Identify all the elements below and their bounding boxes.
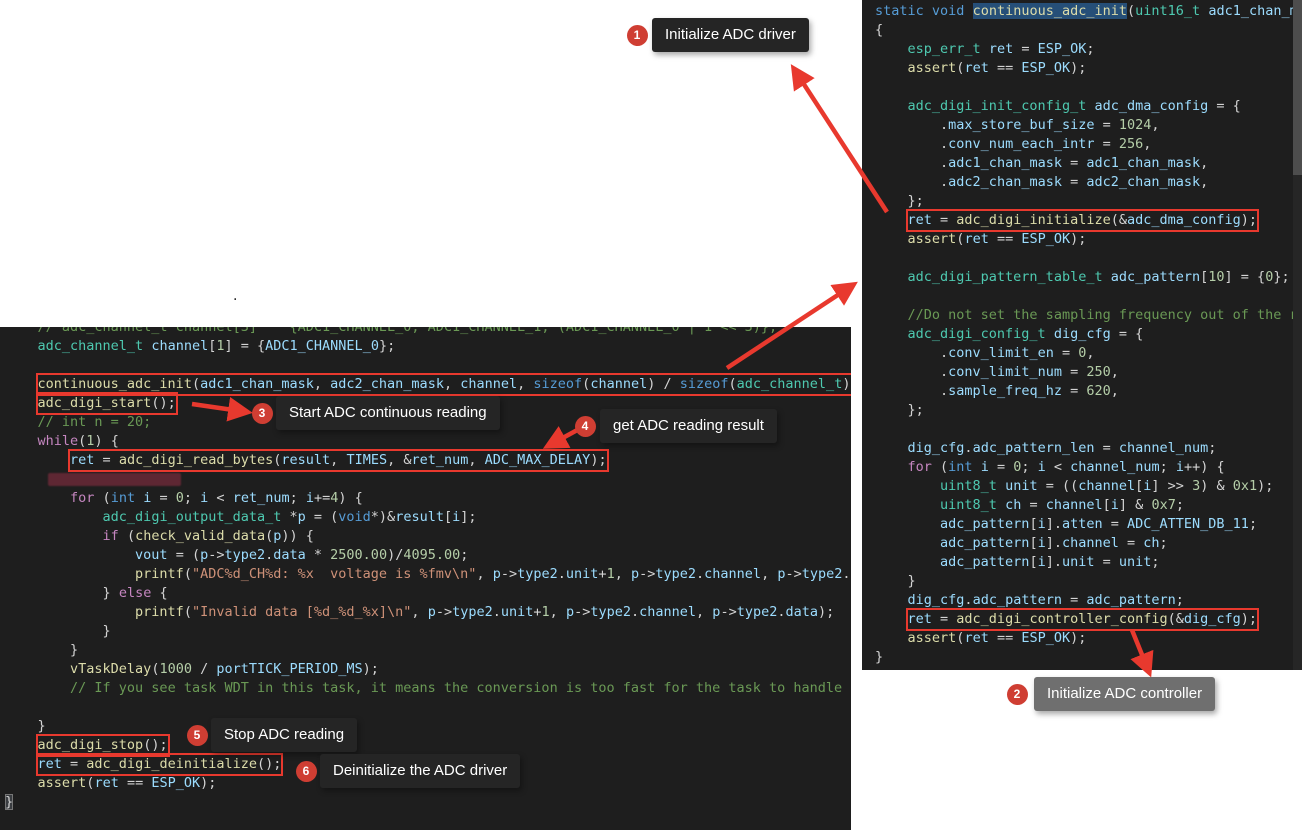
code-line: .conv_limit_num = 250, [940,364,1119,380]
scrollbar-track[interactable] [1293,0,1302,670]
code-line: adc_channel_t channel[1] = {ADC1_CHANNEL… [37,338,396,354]
code-line: // If you see task WDT in this task, it … [70,680,843,696]
redacted-text [48,473,181,486]
code-line: vTaskDelay(1000 / portTICK_PERIOD_MS); [70,661,379,677]
callout-label: Stop ADC reading [211,718,358,752]
right-code: static void continuous_adc_init(uint16_t… [862,0,1302,667]
code-line: .max_store_buf_size = 1024, [940,117,1160,133]
code-line: uint8_t ch = channel[i] & 0x7; [940,497,1184,513]
callout-label: Deinitialize the ADC driver [320,754,521,788]
code-line: } [102,623,111,639]
code-line: } [70,642,79,658]
code-line: } [5,794,14,810]
code-line: adc_pattern[i].unit = unit; [940,554,1160,570]
code-line: ret = adc_digi_controller_config(&dig_cf… [907,611,1258,627]
right-code-panel[interactable]: static void continuous_adc_init(uint16_t… [862,0,1302,670]
step-badge-5: 5 [186,724,208,746]
code-line: .conv_num_each_intr = 256, [940,136,1152,152]
callout-label: Initialize ADC driver [652,18,809,52]
code-line: assert(ret == ESP_OK); [907,60,1087,76]
code-line: } [907,573,916,589]
step-badge-2: 2 [1006,683,1028,705]
code-line: .sample_freq_hz = 620, [940,383,1119,399]
step-badge-6: 6 [295,760,317,782]
code-line: adc_digi_init_config_t adc_dma_config = … [907,98,1241,114]
code-line: adc_digi_output_data_t *p = (void*)&resu… [102,509,477,525]
code-line: dig_cfg.adc_pattern = adc_pattern; [907,592,1184,608]
code-line: //Do not set the sampling frequency out … [907,307,1302,323]
code-line [5,470,851,489]
screenshot-root: // adc_channel_t channel[3] {ADC1_CHANNE… [0,0,1302,830]
code-line: .adc1_chan_mask = adc1_chan_mask, [940,155,1209,171]
code-line: continuous_adc_init(adc1_chan_mask, adc2… [5,375,851,394]
code-line: } [37,718,46,734]
code-line: assert(ret == ESP_OK); [907,231,1087,247]
code-line: for (int i = 0; i < ret_num; i+=4) { [70,490,363,506]
code-line: adc_pattern[i].atten = ADC_ATTEN_DB_11; [940,516,1258,532]
code-line: dig_cfg.adc_pattern_len = channel_num; [907,440,1217,456]
callout-label: Initialize ADC controller [1034,677,1216,711]
code-line: uint8_t unit = ((channel[i] >> 3) & 0x1)… [940,478,1274,494]
code-line: // adc_channel_t channel[3] {ADC1_CHANNE… [37,327,778,335]
code-line: } [875,649,884,665]
code-line: if (check_valid_data(p)) { [102,528,314,544]
code-line: ret = adc_digi_initialize(&adc_dma_confi… [907,212,1258,228]
code-line: }; [907,193,924,209]
code-line: printf("ADC%d_CH%d: %x voltage is %fmv\n… [135,566,851,582]
step-badge-3: 3 [251,402,273,424]
code-line: } else { [102,585,168,601]
stray-dot: . [233,288,238,304]
callout-label: get ADC reading result [600,409,777,443]
step-badge-4: 4 [574,415,596,437]
code-line: assert(ret == ESP_OK); [907,630,1087,646]
code-line: }; [907,402,924,418]
code-line: printf("Invalid data [%d_%d_%x]\n", p->t… [135,604,835,620]
code-line: .adc2_chan_mask = adc2_chan_mask, [940,174,1209,190]
code-line: adc_digi_stop(); [37,737,168,753]
scrollbar-thumb[interactable] [1293,0,1302,175]
code-line: vout = (p->type2.data * 2500.00)/4095.00… [135,547,469,563]
callout-label: Start ADC continuous reading [276,396,500,430]
code-line: adc_digi_pattern_table_t adc_pattern[10]… [907,269,1290,285]
code-line: { [875,22,884,38]
code-line: for (int i = 0; i < channel_num; i++) { [907,459,1225,475]
code-line: adc_digi_config_t dig_cfg = { [907,326,1144,342]
step-badge-1: 1 [626,24,648,46]
code-line: static void continuous_adc_init(uint16_t… [875,3,1302,19]
code-line: esp_err_t ret = ESP_OK; [907,41,1095,57]
code-line: adc_pattern[i].channel = ch; [940,535,1168,551]
code-line: .conv_limit_en = 0, [940,345,1095,361]
code-line: ret = adc_digi_read_bytes(result, TIMES,… [70,452,607,468]
